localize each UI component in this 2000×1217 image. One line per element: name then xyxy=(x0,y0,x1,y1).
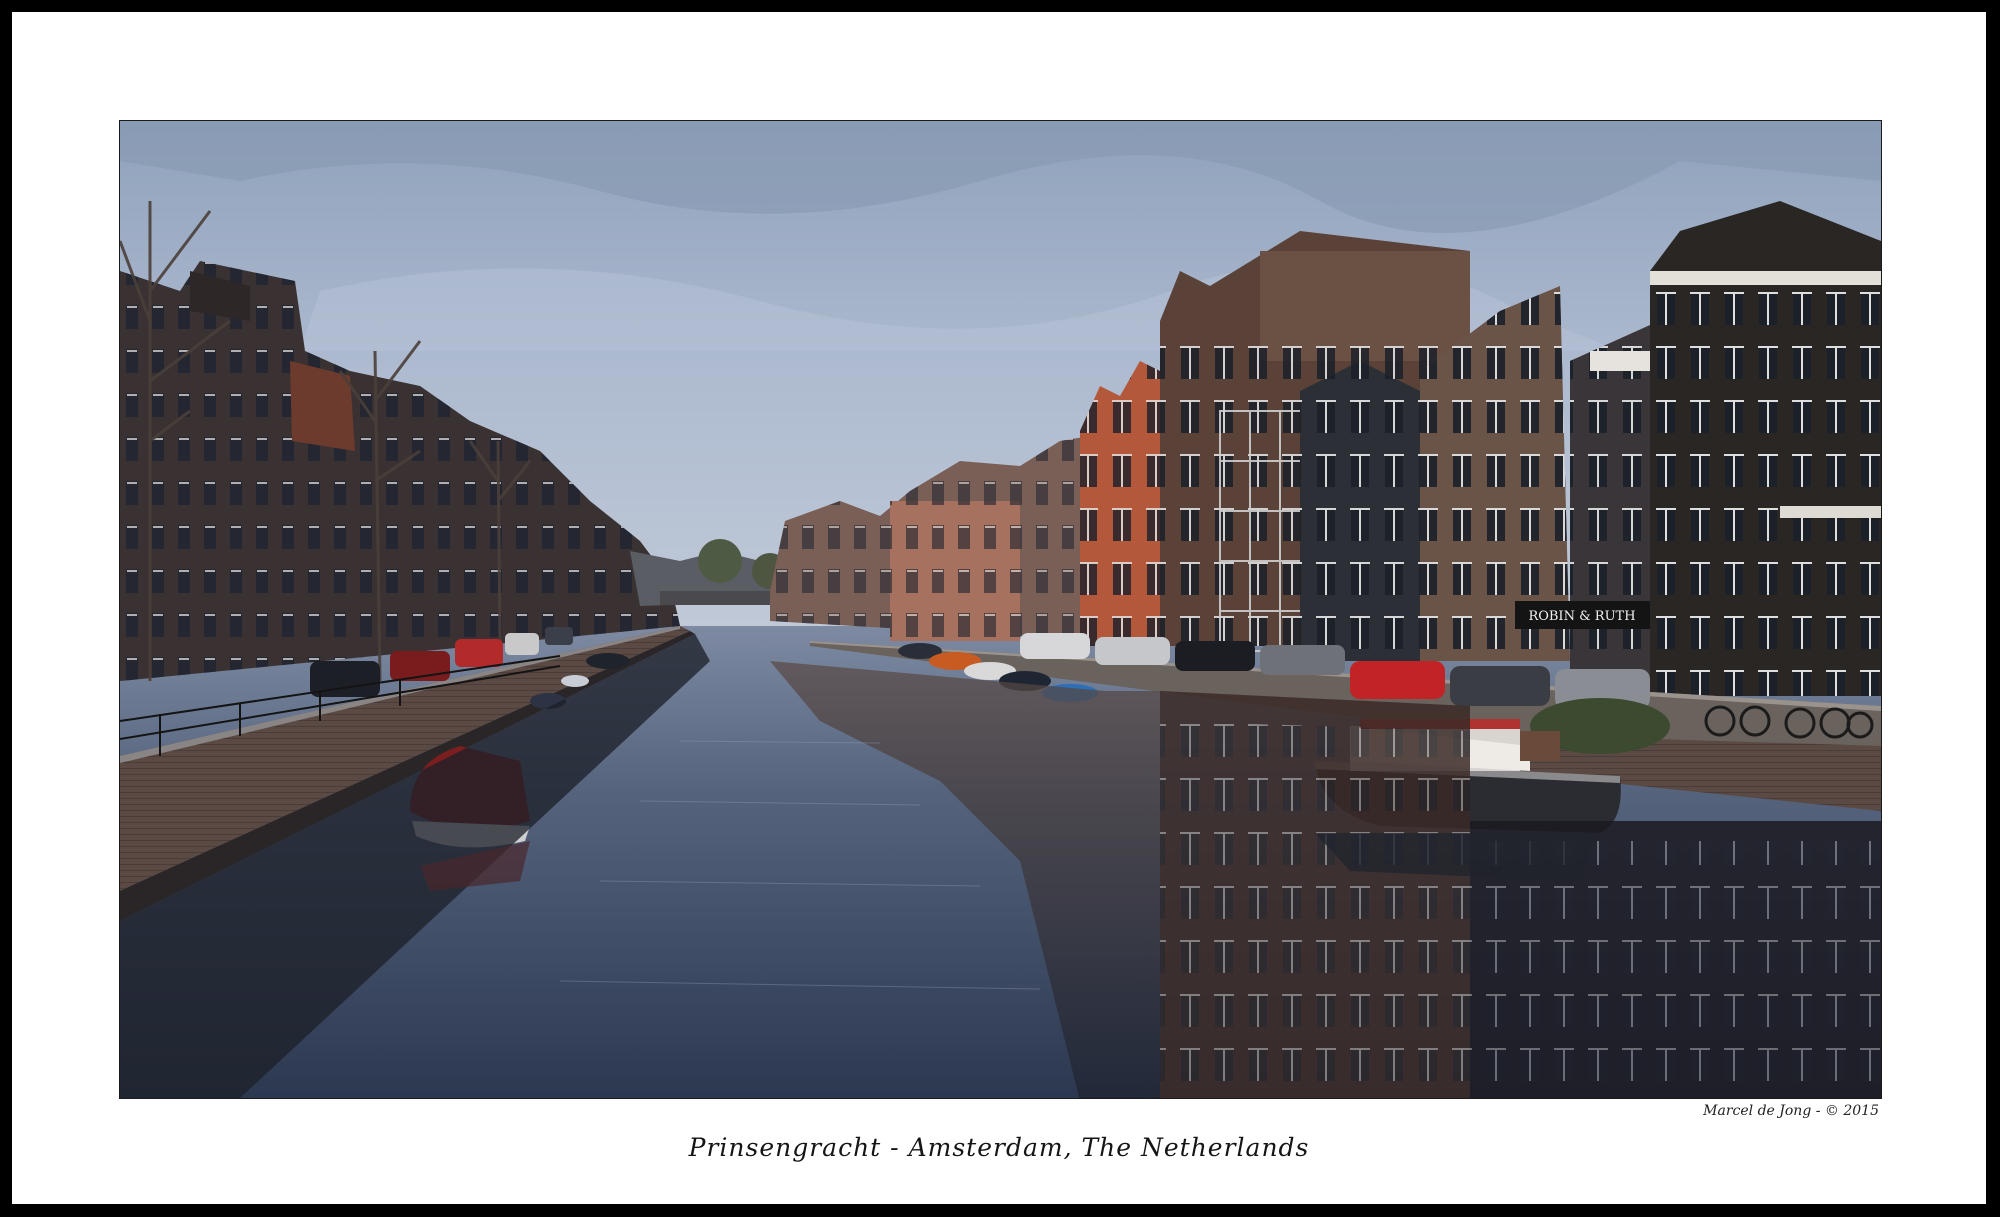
print-mat: ROBIN & RUTH Marcel de Jong - © 2015 Pri… xyxy=(12,12,1986,1204)
photo-credit: Marcel de Jong - © 2015 xyxy=(1703,1103,1879,1119)
photo-caption: Prinsengracht - Amsterdam, The Netherlan… xyxy=(688,1133,1310,1162)
canal-scene: ROBIN & RUTH xyxy=(120,121,1881,1098)
shop-sign: ROBIN & RUTH xyxy=(1528,609,1635,624)
canal-photograph: ROBIN & RUTH xyxy=(120,121,1881,1098)
